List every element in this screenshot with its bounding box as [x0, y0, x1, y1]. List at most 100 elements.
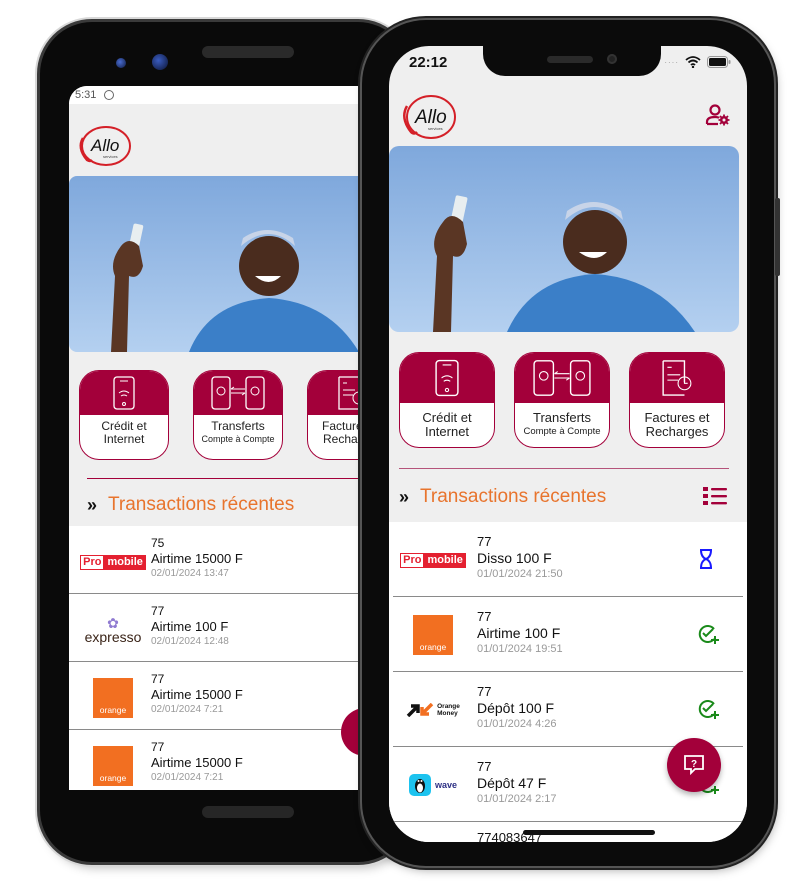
status-pending-hourglass-icon: [697, 548, 715, 575]
tile-sublabel: Compte à Compte: [523, 426, 601, 437]
section-header: » Transactions récentes: [87, 494, 294, 516]
iphone-status-icons: ····: [664, 56, 731, 68]
notch-speaker: [547, 56, 593, 63]
provider-logo-orange: orange: [83, 678, 143, 718]
transaction-date: 01/01/2024 19:51: [477, 643, 563, 655]
provider-logo-orange: orange: [83, 746, 143, 786]
tile-label-line2: Internet: [424, 424, 470, 439]
transaction-number: 77: [477, 759, 492, 774]
logo-text: Allo: [90, 136, 119, 155]
tile-transferts[interactable]: Transferts Compte à Compte: [514, 352, 610, 448]
transaction-description: Airtime 15000 F: [151, 687, 243, 702]
iphone-transactions-list: Pro mobile 77 Disso 100 F 01/01/2024 21:5…: [389, 522, 747, 842]
tile-label-line1: Crédit et: [422, 410, 472, 425]
android-status-bar: 5:31: [69, 86, 369, 104]
double-chevron-right-icon: »: [87, 494, 97, 515]
transaction-number: 77: [151, 672, 165, 686]
android-front-camera: [152, 54, 168, 70]
allo-logo[interactable]: Allo services: [395, 92, 459, 147]
transaction-row[interactable]: orange 77 Airtime 15000 F 02/01/2024 7:2…: [69, 662, 369, 730]
transaction-description: Airtime 100 F: [151, 619, 229, 634]
help-chat-icon: ?: [684, 755, 704, 776]
hero-banner-image: [69, 176, 369, 352]
transaction-date: 02/01/2024 7:21: [151, 772, 224, 783]
double-chevron-right-icon: »: [399, 486, 409, 507]
transaction-row[interactable]: Pro mobile 77 Disso 100 F 01/01/2024 21:5…: [393, 522, 743, 597]
wifi-icon: [685, 56, 701, 68]
iphone-service-tiles: Crédit et Internet Transferts Compte à Com…: [399, 352, 725, 448]
transaction-number: 75: [151, 536, 165, 550]
user-settings-icon[interactable]: [705, 104, 731, 131]
android-home-bar: [202, 806, 294, 818]
svg-text:services: services: [103, 154, 118, 159]
orange-money-arrows-icon: [406, 703, 434, 717]
list-view-icon[interactable]: [703, 486, 727, 511]
section-title: Transactions récentes: [420, 486, 607, 507]
status-success-check-icon: [697, 698, 719, 725]
iphone-notch: [483, 46, 661, 76]
tile-credit-internet[interactable]: Crédit et Internet: [399, 352, 495, 448]
provider-logo-promobile: Pro mobile: [400, 540, 466, 580]
section-divider: [399, 468, 729, 469]
transaction-description: Disso 100 F: [477, 550, 552, 566]
transaction-date: 02/01/2024 7:21: [151, 704, 224, 715]
transaction-description: Dépôt 47 F: [477, 775, 547, 791]
hero-banner-image: [389, 146, 739, 332]
tile-factures-recharges[interactable]: Factures etRecharges: [307, 370, 369, 460]
provider-logo-orange-money: Orange Money: [401, 690, 465, 730]
help-fab-button[interactable]: ?: [667, 738, 721, 792]
tile-credit-internet[interactable]: Crédit et Internet: [79, 370, 169, 460]
svg-text:?: ?: [691, 759, 697, 770]
transaction-row[interactable]: Orange Money 77 Dépôt 100 F 01/01/2024 4:…: [393, 672, 743, 747]
section-divider: [87, 478, 369, 479]
provider-logo-expresso: ✿ expresso: [84, 615, 142, 645]
notch-camera: [607, 54, 617, 64]
wave-penguin-icon: [408, 774, 431, 796]
android-screen: 5:31 Allo services Crédit et Internet Tr…: [69, 86, 369, 790]
android-phone-frame: 5:31 Allo services Crédit et Internet Tr…: [40, 22, 410, 862]
transaction-date: 02/01/2024 12:48: [151, 636, 229, 647]
phone-wifi-icon: [113, 376, 135, 410]
tile-label-line1: Crédit et: [101, 419, 147, 433]
transaction-row[interactable]: orange 77 Airtime 100 F 01/01/2024 19:51: [393, 597, 743, 672]
tile-transferts[interactable]: Transferts Compte à Compte: [193, 370, 283, 460]
allo-logo[interactable]: Allo services: [73, 124, 133, 173]
transaction-number: 77: [477, 609, 492, 624]
provider-logo-promobile: Pro mobile: [80, 542, 146, 582]
transaction-date: 01/01/2024 4:26: [477, 718, 557, 730]
tile-sublabel: Compte à Compte: [201, 434, 275, 444]
transaction-number: 77: [477, 534, 492, 549]
iphone-status-time: 22:12: [409, 54, 448, 71]
signal-dots-icon: ····: [664, 57, 679, 67]
home-indicator[interactable]: [523, 830, 655, 835]
logo-text: Allo: [414, 107, 447, 128]
section-title: Transactions récentes: [108, 494, 295, 515]
android-status-time: 5:31: [75, 89, 97, 101]
phone-transfer-icon: [533, 360, 591, 396]
transaction-row[interactable]: orange 77 Airtime 15000 F 02/01/2024 7:2…: [69, 730, 369, 790]
tile-label-line1: Transferts: [211, 419, 265, 433]
tile-label-line2: Internet: [103, 432, 145, 446]
battery-icon: [707, 56, 731, 68]
tile-label-line2: Recharges: [645, 424, 709, 439]
transaction-description: Airtime 15000 F: [151, 551, 243, 566]
android-service-tiles: Crédit et Internet Transferts Compte à Com…: [79, 370, 369, 460]
transaction-row[interactable]: Pro mobile 75 Airtime 15000 F 02/01/2024 …: [69, 526, 369, 594]
transaction-date: 02/01/2024 13:47: [151, 568, 229, 579]
tile-label-line1: Factures et: [644, 410, 710, 425]
transaction-row[interactable]: ✿ expresso 77 Airtime 100 F 02/01/2024 12…: [69, 594, 369, 662]
transaction-description: Airtime 15000 F: [151, 755, 243, 770]
iphone-frame: 22:12 ···· Allo services Crédit et Inter…: [362, 20, 780, 866]
phone-transfer-icon: [211, 376, 265, 410]
provider-logo-orange: orange: [401, 615, 465, 655]
transaction-number: 77: [151, 604, 165, 618]
transaction-description: Dépôt 100 F: [477, 700, 555, 716]
tile-factures-recharges[interactable]: Factures etRecharges: [629, 352, 725, 448]
transaction-number: 77: [477, 684, 492, 699]
phone-wifi-icon: [435, 359, 459, 397]
transaction-number: 77: [151, 740, 165, 754]
transaction-date: 01/01/2024 21:50: [477, 568, 563, 580]
svg-text:services: services: [428, 126, 443, 131]
provider-logo-wave: wave: [401, 765, 465, 805]
iphone-side-button: [775, 198, 780, 276]
